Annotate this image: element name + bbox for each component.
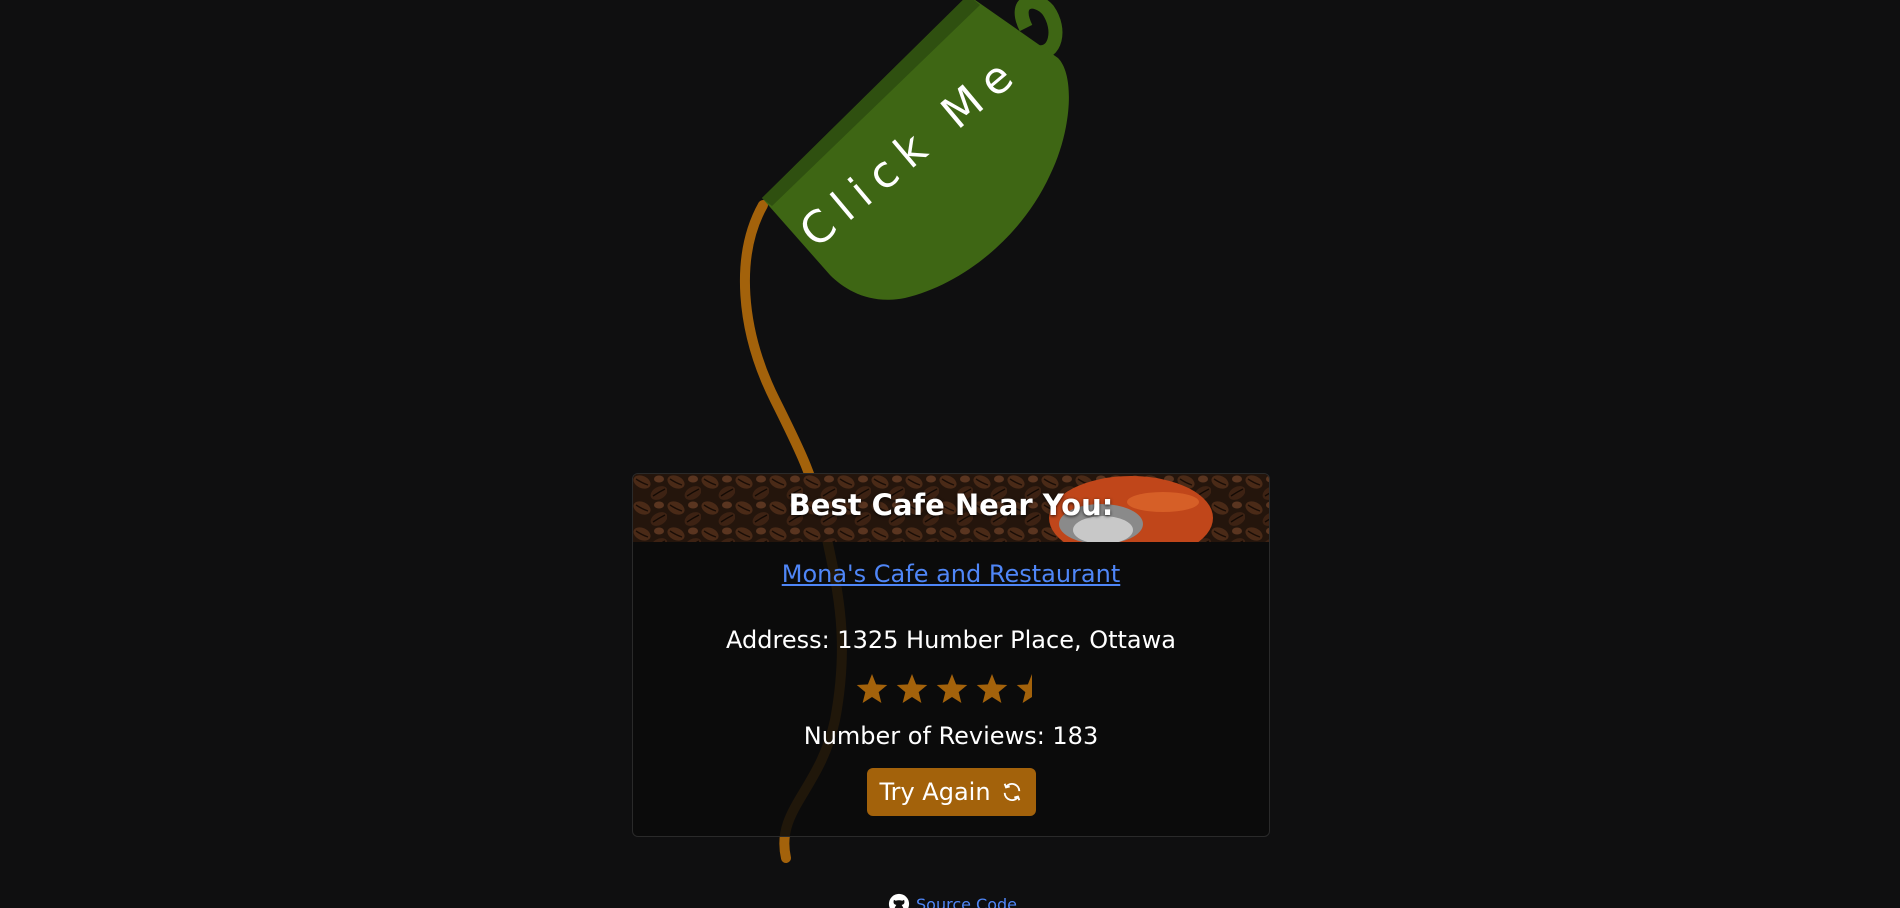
review-count: Number of Reviews: 183 — [803, 722, 1099, 750]
card-title: Best Cafe Near You: — [788, 488, 1114, 522]
try-again-button[interactable]: Try Again — [866, 768, 1036, 816]
coffee-cup[interactable]: Click Me — [762, 0, 1069, 300]
rating-stars — [633, 672, 1269, 708]
github-icon — [888, 893, 910, 908]
page: Click Me Best Cafe Near You: Mona's Cafe… — [0, 0, 1900, 908]
star-icon — [896, 674, 928, 703]
source-code-link[interactable]: Source Code — [888, 893, 1017, 908]
card-header: Best Cafe Near You: — [633, 474, 1269, 542]
source-code-label: Source Code — [916, 894, 1017, 908]
cafe-address: Address: 1325 Humber Place, Ottawa — [726, 626, 1176, 654]
star-icon — [976, 674, 1008, 703]
try-again-label: Try Again — [879, 778, 991, 806]
half-star-icon — [1016, 674, 1032, 703]
star-icon — [856, 674, 888, 703]
refresh-icon — [1003, 783, 1020, 801]
rating-stars-graphic — [856, 674, 1032, 703]
cafe-card: Best Cafe Near You: Mona's Cafe and Rest… — [632, 473, 1270, 837]
star-icon — [936, 674, 968, 703]
cafe-name-link[interactable]: Mona's Cafe and Restaurant — [633, 560, 1269, 588]
